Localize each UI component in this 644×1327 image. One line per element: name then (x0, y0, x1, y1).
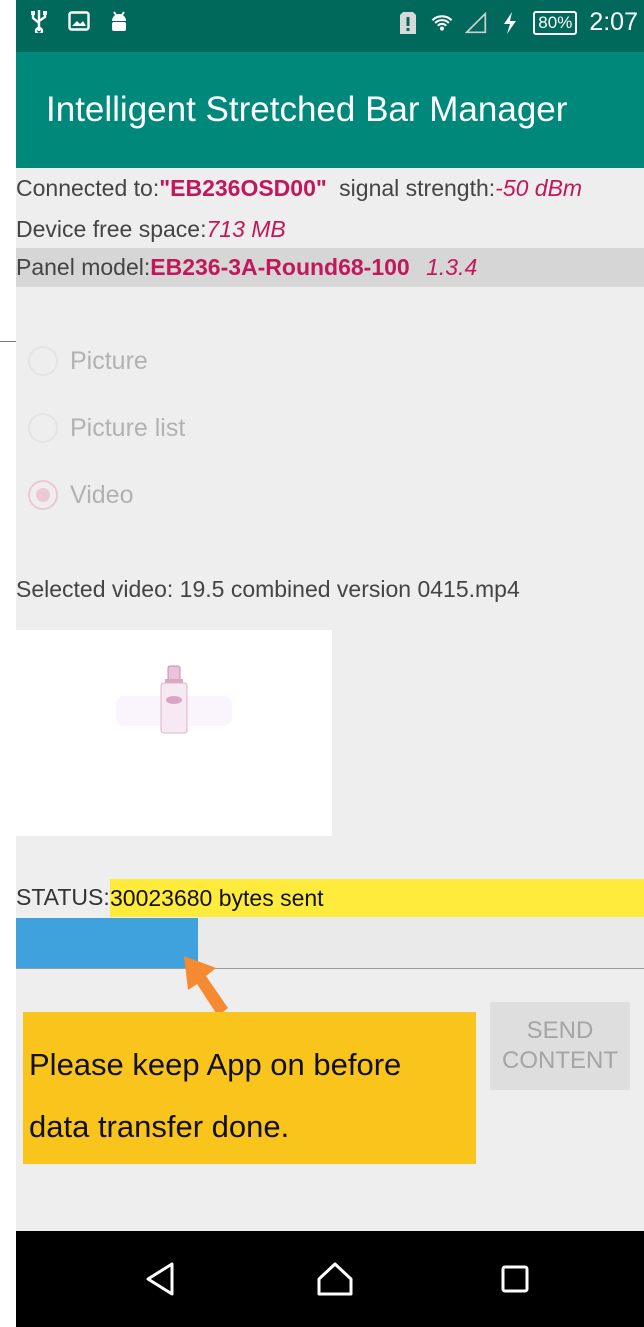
home-icon[interactable] (315, 1259, 355, 1299)
panel-version: 1.3.4 (426, 254, 478, 280)
notice-line-2: data transfer done. (29, 1109, 290, 1144)
radio-circle[interactable] (28, 413, 58, 443)
battery-percent: 80% (533, 10, 578, 35)
radio-video[interactable]: Video (28, 480, 134, 510)
app-title: Intelligent Stretched Bar Manager (46, 90, 568, 129)
back-icon[interactable] (140, 1259, 180, 1299)
wifi-icon (431, 12, 453, 34)
status-bar: 80% 2:07 (16, 0, 644, 52)
selected-video-label: Selected video: 19.5 combined version 04… (16, 576, 520, 602)
clock: 2:07 (589, 8, 638, 36)
video-thumbnail (16, 630, 332, 836)
charging-icon (499, 11, 521, 34)
signal-value: -50 dBm (495, 175, 583, 201)
radio-circle[interactable] (28, 346, 58, 376)
notice-line-1: Please keep App on before (29, 1047, 402, 1082)
panel-model: EB236-3A-Round68-100 (150, 254, 410, 280)
send-content-button[interactable]: SEND CONTENT (490, 1002, 630, 1090)
recents-icon[interactable] (495, 1259, 535, 1299)
panel-model-row: Panel model:EB236-3A-Round68-100 1.3.4 (16, 248, 644, 287)
radio-label: Picture list (70, 413, 186, 442)
device-name: "EB236OSD00" (159, 175, 327, 201)
orange-arrow-icon (184, 956, 228, 1016)
navigation-bar (16, 1231, 644, 1327)
space-label: Device free space: (16, 216, 207, 242)
signal-icon (465, 11, 487, 34)
perfume-bottle-image (160, 665, 188, 734)
android-icon (108, 10, 130, 32)
connected-label: Connected to: (16, 175, 160, 201)
keep-app-on-notice: Please keep App on before data transfer … (23, 1012, 476, 1164)
space-value: 713 MB (206, 216, 286, 242)
radio-circle-selected[interactable] (28, 480, 58, 510)
progress-bar (16, 918, 644, 969)
connection-info: Connected to:"EB236OSD00" signal strengt… (16, 175, 582, 202)
radio-label: Video (70, 480, 134, 509)
progress-fill (16, 918, 199, 968)
app-bar: Intelligent Stretched Bar Manager (16, 52, 644, 168)
usb-icon (28, 10, 50, 33)
radio-picture-list[interactable]: Picture list (28, 413, 185, 443)
app-screen: 80% 2:07 Intelligent Stretched Bar Manag… (16, 0, 644, 1327)
free-space-info: Device free space:713 MB (16, 216, 286, 243)
panel-label: Panel model: (16, 254, 151, 280)
send-button-label-1: SEND (526, 1017, 594, 1044)
send-button-label-2: CONTENT (502, 1047, 618, 1074)
radio-label: Picture (70, 346, 148, 375)
image-icon (68, 10, 90, 32)
sim-alert-icon (397, 11, 419, 34)
status-value: 30023680 bytes sent (110, 879, 644, 917)
radio-picture[interactable]: Picture (28, 346, 148, 376)
signal-label: signal strength: (339, 175, 496, 201)
status-label: STATUS: (16, 884, 110, 910)
